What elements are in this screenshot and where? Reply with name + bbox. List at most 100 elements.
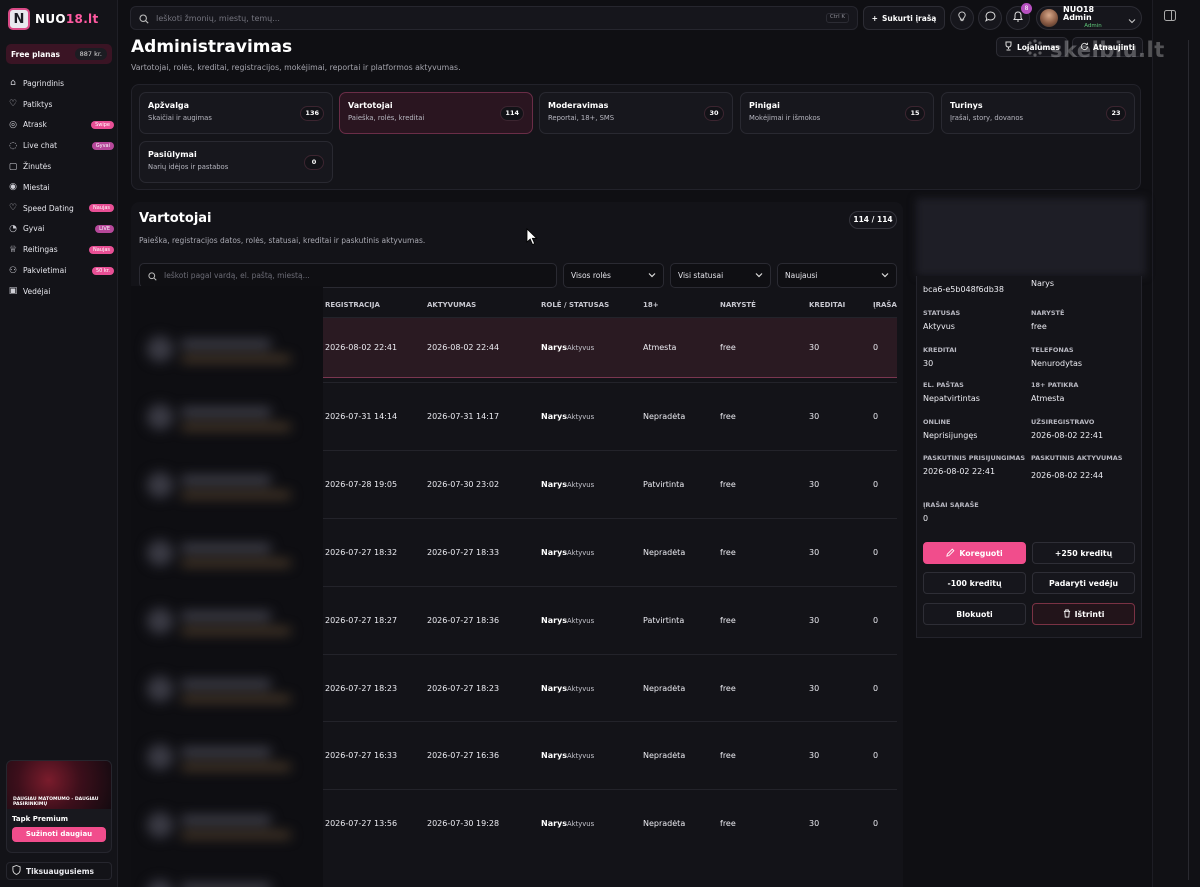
sidebar-item[interactable]: ◉ Miestai <box>8 177 114 198</box>
plan-badge[interactable]: Free planas 887 kr. <box>6 44 112 64</box>
sidebar-item[interactable]: ▢ Žinutės <box>8 156 114 177</box>
make-host-button[interactable]: Padaryti vedėju <box>1032 572 1135 594</box>
location-icon: ◉ <box>9 182 17 193</box>
table-row[interactable]: 2026-07-28 19:05 2026-07-30 23:02 NarysAkt… <box>323 450 897 517</box>
search-icon <box>139 9 149 28</box>
cell-18plus: Atmesta <box>643 343 677 352</box>
sort-select[interactable]: Naujausi <box>777 263 897 288</box>
chat-icon: ◌ <box>9 140 17 151</box>
table-row[interactable]: 2026-08-02 22:41 2026-08-02 22:44 NarysAkt… <box>323 317 897 378</box>
blurred-meta <box>181 356 291 362</box>
col-posts[interactable]: ĮRAŠA <box>873 301 897 309</box>
detail-field-label: Kreditai <box>923 346 957 354</box>
sidebar-item[interactable]: ▣ Vedėjai <box>8 281 114 302</box>
sidebar-item[interactable]: ♕ Reitingas Naujas <box>8 239 114 260</box>
section-subtitle: Įrašai, story, dovanos <box>950 114 1024 122</box>
sidebar-item[interactable]: ◔ Gyvai LIVE <box>8 219 114 240</box>
sidebar-item-label: Atrask <box>23 120 47 130</box>
table-row[interactable]: 2026-07-31 14:14 2026-07-31 14:17 NarysAkt… <box>323 382 897 449</box>
add-credits-button[interactable]: +250 kreditų <box>1032 542 1135 564</box>
trophy-icon <box>1004 41 1013 53</box>
table-row[interactable]: 2026-07-27 18:23 2026-07-27 18:23 NarysAkt… <box>323 654 897 721</box>
sidebar-item[interactable]: ⌂ Pagrindinis <box>8 73 114 94</box>
cell-status: Aktyvus <box>567 344 595 352</box>
page-title: Administravimas <box>131 37 293 57</box>
detail-field-label: Paskutinis prisijungimas <box>923 454 1026 462</box>
section-title: Vartotojai <box>348 101 393 110</box>
cell-credits: 30 <box>809 548 820 557</box>
col-registration[interactable]: REGISTRACIJA <box>325 301 380 309</box>
user-search-input[interactable] <box>164 271 548 280</box>
sidebar-item-badge: Swipe <box>91 120 114 129</box>
col-role-status[interactable]: ROLĖ / STATUSAS <box>541 301 609 309</box>
adult-notice-item[interactable]: Tiksuaugusiems <box>6 862 112 880</box>
heart-icon: ♡ <box>8 203 18 214</box>
table-header: REGISTRACIJA AKTYVUMAS ROLĖ / STATUSAS 1… <box>131 297 903 317</box>
table-row[interactable]: 2026-07-27 13:56 2026-07-30 19:28 NarysAkt… <box>323 789 897 856</box>
blurred-user-cell <box>141 666 313 722</box>
users-count: 114 / 114 <box>849 211 897 229</box>
detail-field: Įrašai sąraše 0 <box>923 501 1033 523</box>
global-search-input[interactable] <box>156 13 819 23</box>
notifications-button[interactable]: 8 <box>1006 3 1032 30</box>
blurred-name <box>181 816 271 824</box>
col-activity[interactable]: AKTYVUMAS <box>427 301 476 309</box>
sidebar-item-label: Vedėjai <box>23 286 51 296</box>
sidebar: N NUO18.lt Free planas 887 kr. ⌂ Pagrindi… <box>0 0 118 887</box>
section-card[interactable]: Pinigai Mokėjimai ir išmokos 15 <box>740 92 934 134</box>
cell-role: Narys <box>541 751 568 760</box>
create-post-button[interactable]: + Sukurti įrašą <box>863 6 945 30</box>
block-user-button[interactable]: Blokuoti <box>923 603 1026 625</box>
sidebar-item[interactable]: ◎ Atrask Swipe <box>8 115 114 136</box>
status-filter-select[interactable]: Visi statusai <box>670 263 771 288</box>
user-name: NUO18 Admin <box>1063 5 1095 23</box>
section-card[interactable]: Apžvalga Skaičiai ir augimas 136 <box>139 92 333 134</box>
chevron-down-icon <box>755 271 763 280</box>
blurred-name <box>181 408 271 416</box>
cell-credits: 30 <box>809 751 820 760</box>
sidebar-item[interactable]: ◌ Live chat Gyvai <box>8 135 114 156</box>
cell-posts: 0 <box>873 480 879 489</box>
table-row[interactable]: 2026-07-27 18:27 2026-07-27 18:36 NarysAkt… <box>323 586 897 653</box>
table-row[interactable]: 2026-07-27 16:33 2026-07-27 16:36 NarysAkt… <box>323 721 897 788</box>
sidebar-item-label: Žinutės <box>23 162 52 172</box>
radio-icon: ◔ <box>9 223 17 234</box>
cell-membership: free <box>720 616 736 625</box>
section-card[interactable]: Turinys Įrašai, story, dovanos 23 <box>941 92 1135 134</box>
messages-button[interactable] <box>978 6 1002 30</box>
watermark-dots-icon <box>1026 38 1044 62</box>
promo-button[interactable]: Sužinoti daugiau <box>12 827 106 842</box>
blurred-name <box>181 680 271 688</box>
cell-role-status: NarysAktyvus <box>541 548 594 557</box>
section-card[interactable]: Pasiūlymai Narių idėjos ir pastabos 0 <box>139 141 333 183</box>
section-card[interactable]: Moderavimas Reportai, 18+, SMS 30 <box>539 92 733 134</box>
section-subtitle: Paieška, rolės, kreditai <box>348 114 425 122</box>
role-filter-select[interactable]: Visos rolės <box>563 263 664 288</box>
col-18plus[interactable]: 18+ <box>643 301 659 309</box>
section-card[interactable]: Vartotojai Paieška, rolės, kreditai 114 <box>339 92 533 134</box>
create-post-label: Sukurti įrašą <box>881 13 937 23</box>
sidebar-item[interactable]: ⚇ Pakvietimai 50 kr. <box>8 260 114 281</box>
delete-user-button[interactable]: Ištrinti <box>1032 603 1135 625</box>
ideas-button[interactable] <box>950 6 974 30</box>
sidebar-item[interactable]: ♡ Speed Dating Naujas <box>8 198 114 219</box>
table-row[interactable]: 2026-07-27 18:32 2026-07-27 18:33 NarysAkt… <box>323 518 897 585</box>
logo[interactable]: N NUO18.lt <box>8 8 99 30</box>
promo-title: Tapk Premium <box>12 815 68 823</box>
section-title: Pasiūlymai <box>148 150 197 159</box>
avatar <box>147 676 173 702</box>
col-credits[interactable]: KREDITAI <box>809 301 845 309</box>
col-membership[interactable]: NARYSTĖ <box>720 301 756 309</box>
sidebar-item-label: Pakvietimai <box>23 266 67 276</box>
sidebar-item[interactable]: ♡ Patiktys <box>8 94 114 115</box>
role-filter-value: Visos rolės <box>571 271 611 280</box>
cell-posts: 0 <box>873 548 879 557</box>
remove-credits-button[interactable]: -100 kreditų <box>923 572 1026 594</box>
watermark-text: skelbiu.lt <box>1050 38 1165 62</box>
avatar <box>147 880 173 887</box>
camera-icon: ▣ <box>8 286 18 297</box>
user-menu[interactable]: NUO18 Admin Admin <box>1036 6 1142 30</box>
panel-toggle-button[interactable] <box>1161 8 1179 26</box>
scrollbar[interactable] <box>1188 40 1196 880</box>
edit-user-button[interactable]: Koreguoti <box>923 542 1026 564</box>
